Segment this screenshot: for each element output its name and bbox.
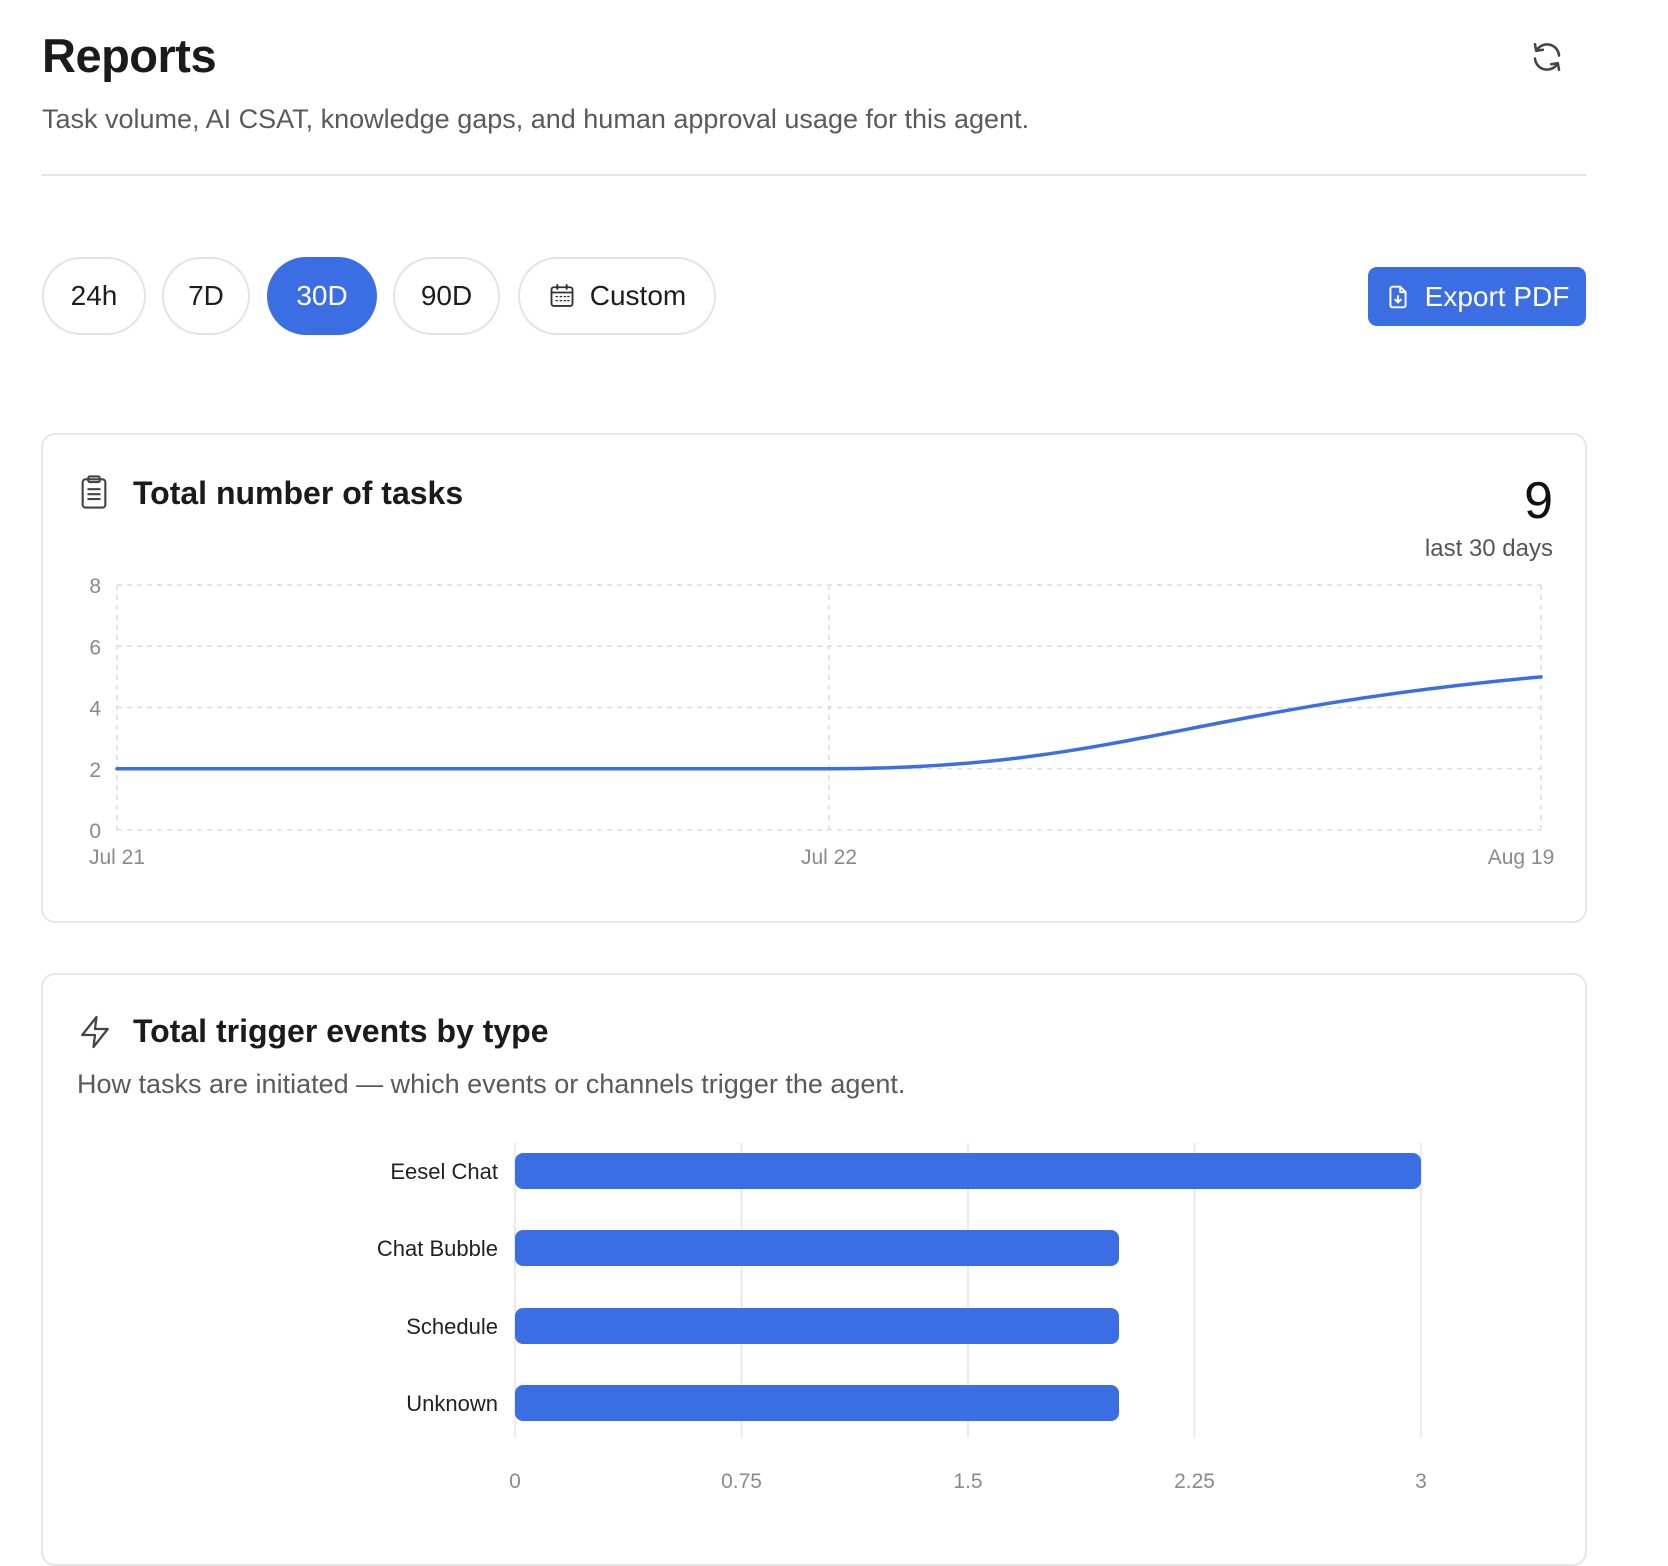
category-label: Eesel Chat <box>390 1159 498 1184</box>
y-tick-label: 0 <box>89 820 101 843</box>
category-label: Unknown <box>406 1391 498 1416</box>
range-7d-button[interactable]: 7D <box>162 257 250 335</box>
y-tick-label: 2 <box>89 759 101 782</box>
range-90d-label: 90D <box>420 280 473 311</box>
page-title: Reports <box>42 29 217 82</box>
tasks-card: Total number of tasks 9 last 30 days 024… <box>41 433 1587 923</box>
range-24h-button[interactable]: 24h <box>42 257 146 335</box>
bar-schedule <box>515 1308 1119 1344</box>
x-tick-label: Jul 22 <box>801 846 857 869</box>
x-tick-label: Jul 21 <box>89 846 145 869</box>
range-7d-label: 7D <box>188 280 224 311</box>
x-tick-label: 0.75 <box>721 1470 762 1493</box>
header-divider <box>41 174 1587 176</box>
range-custom-button[interactable]: Custom <box>518 257 716 335</box>
range-90d-button[interactable]: 90D <box>393 257 500 335</box>
calendar-icon <box>550 283 574 307</box>
triggers-card: Total trigger events by type How tasks a… <box>41 973 1587 1566</box>
y-tick-label: 4 <box>89 698 101 721</box>
y-tick-label: 8 <box>89 575 101 598</box>
bar-unknown <box>515 1385 1119 1421</box>
file-download-icon <box>1389 285 1407 308</box>
refresh-icon <box>1533 42 1561 72</box>
x-tick-label: Aug 19 <box>1488 846 1555 869</box>
tasks-line-chart: 0 2 4 6 8 Jul 21 Jul 22 Aug 19 <box>89 575 1555 869</box>
x-tick-label: 0 <box>509 1470 521 1493</box>
page-subtitle: Task volume, AI CSAT, knowledge gaps, an… <box>42 104 1030 134</box>
refresh-button[interactable] <box>1526 36 1568 78</box>
category-label: Schedule <box>406 1314 498 1339</box>
range-custom-label: Custom <box>589 280 687 311</box>
range-30d-button[interactable]: 30D <box>267 257 377 335</box>
export-pdf-button[interactable]: Export PDF <box>1368 267 1586 326</box>
x-tick-label: 3 <box>1415 1470 1427 1493</box>
bar-eesel-chat <box>515 1153 1421 1189</box>
range-30d-label: 30D <box>296 280 348 311</box>
triggers-bar-chart: 0 0.75 1.5 2.25 3 Eesel Chat Chat Bubble Schedu… <box>377 1143 1427 1493</box>
x-tick-label: 1.5 <box>953 1470 982 1493</box>
y-tick-label: 6 <box>89 636 101 659</box>
category-label: Chat Bubble <box>377 1236 498 1261</box>
tasks-series-line <box>115 675 1543 771</box>
x-tick-label: 2.25 <box>1174 1470 1215 1493</box>
range-24h-label: 24h <box>70 280 118 311</box>
export-pdf-label: Export PDF <box>1424 280 1570 312</box>
bar-chat-bubble <box>515 1230 1119 1266</box>
